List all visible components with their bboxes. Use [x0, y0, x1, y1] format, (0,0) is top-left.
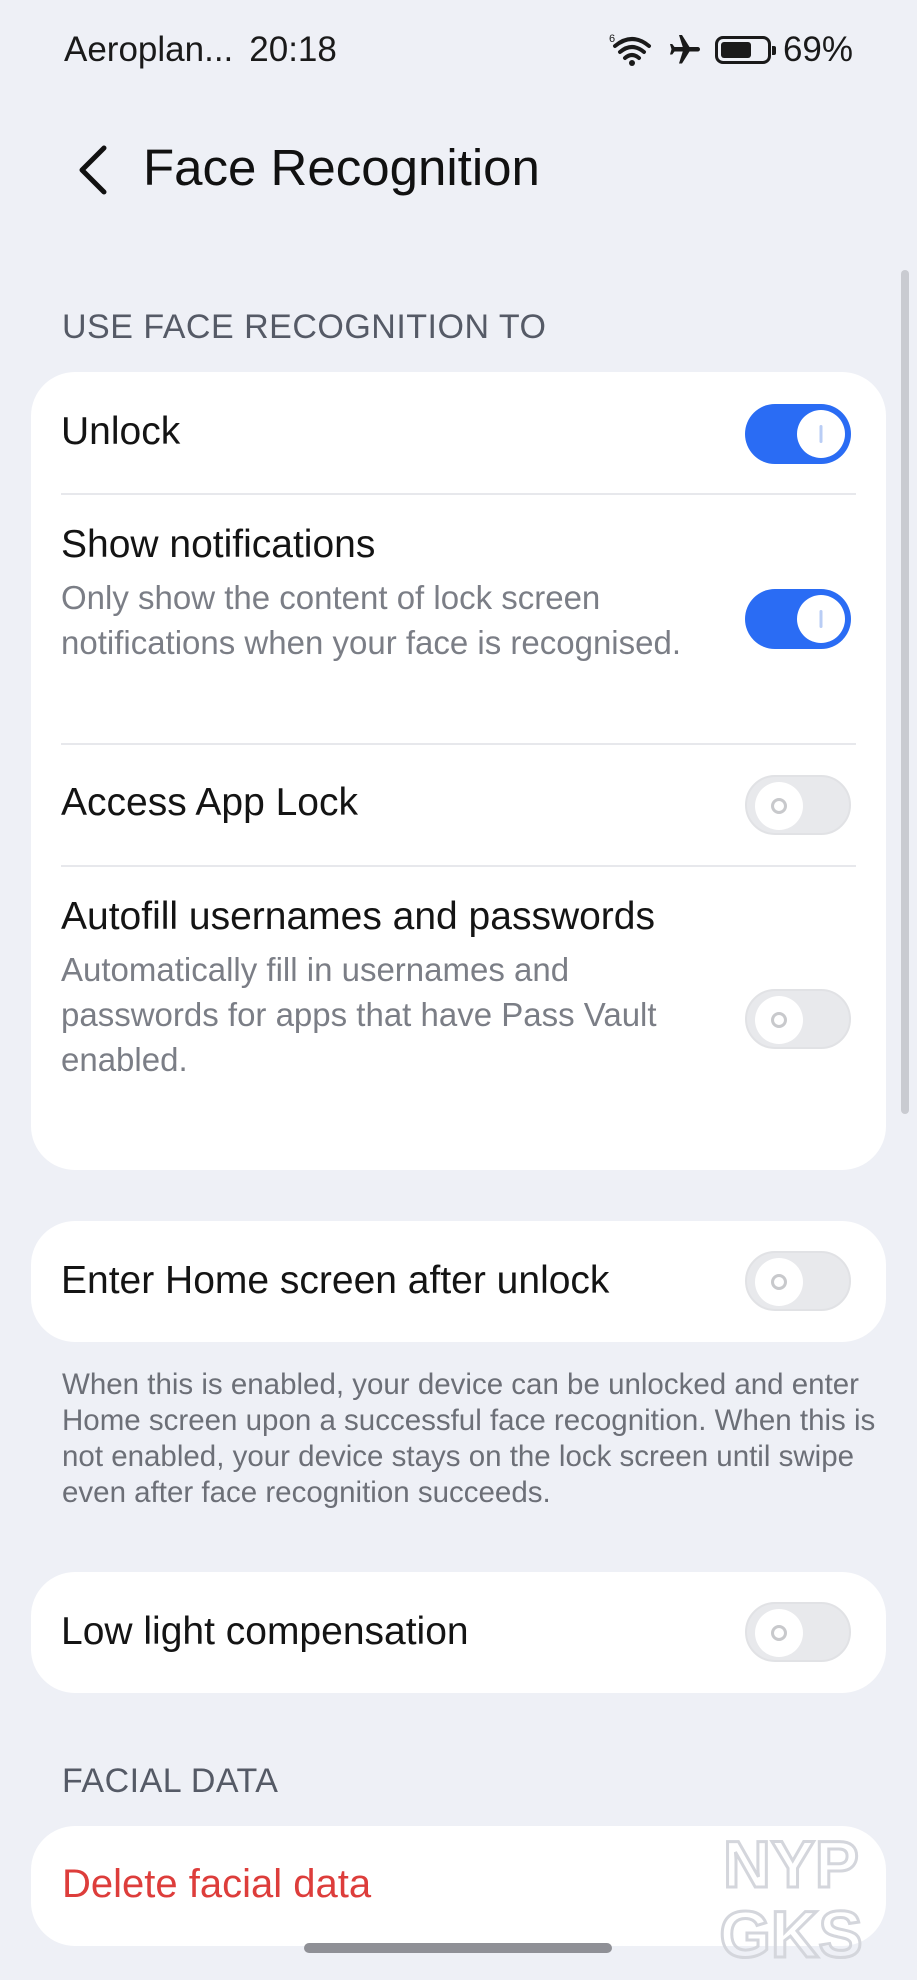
watermark-logo: NYP GKS	[718, 1826, 864, 1966]
unlock-toggle[interactable]	[745, 404, 851, 464]
airplane-icon	[669, 35, 700, 64]
watermark-line2: GKS	[719, 1897, 862, 1965]
setting-description: Only show the content of lock screen not…	[61, 579, 682, 661]
home-screen-card: Enter Home screen after unlock	[31, 1221, 886, 1342]
low-light-toggle[interactable]	[745, 1602, 851, 1662]
divider	[61, 865, 856, 867]
section-label-use-face: USE FACE RECOGNITION TO	[62, 308, 547, 346]
wifi-6-icon: 6	[609, 33, 651, 66]
chevron-left-icon[interactable]	[72, 140, 116, 200]
setting-title: Show notifications	[61, 523, 376, 566]
setting-title: Low light compensation	[61, 1610, 469, 1653]
section-label-facial-data: FACIAL DATA	[62, 1762, 279, 1800]
divider	[61, 743, 856, 745]
setting-title: Enter Home screen after unlock	[61, 1259, 610, 1302]
svg-text:6: 6	[609, 33, 615, 45]
setting-row-low-light[interactable]: Low light compensation	[61, 1606, 856, 1658]
setting-title: Autofill usernames and passwords	[61, 895, 655, 938]
enter-home-note: When this is enabled, your device can be…	[62, 1368, 876, 1509]
scrollbar[interactable]	[901, 270, 909, 1114]
watermark-line1: NYP	[723, 1827, 859, 1901]
enter-home-toggle[interactable]	[745, 1251, 851, 1311]
divider	[61, 493, 856, 495]
home-indicator[interactable]	[304, 1943, 612, 1953]
setting-row-enter-home[interactable]: Enter Home screen after unlock	[61, 1255, 856, 1307]
setting-title: Unlock	[61, 410, 181, 453]
page-title: Face Recognition	[143, 139, 540, 196]
setting-row-unlock[interactable]: Unlock	[61, 406, 856, 458]
setting-row-access-app-lock[interactable]: Access App Lock	[61, 777, 856, 829]
carrier-label: Aeroplan...	[64, 30, 234, 69]
show-notifications-toggle[interactable]	[745, 589, 851, 649]
battery-percent: 69%	[782, 30, 853, 69]
autofill-toggle[interactable]	[745, 989, 851, 1049]
low-light-card: Low light compensation	[31, 1572, 886, 1693]
battery-icon	[714, 36, 776, 64]
setting-row-show-notifications[interactable]: Show notifications Only show the content…	[61, 519, 686, 665]
setting-title: Access App Lock	[61, 781, 358, 824]
setting-description: Automatically fill in usernames and pass…	[61, 951, 657, 1078]
clock: 20:18	[249, 30, 337, 69]
access-app-lock-toggle[interactable]	[745, 775, 851, 835]
setting-row-autofill[interactable]: Autofill usernames and passwords Automat…	[61, 891, 686, 1082]
delete-facial-data-button[interactable]: Delete facial data	[62, 1862, 371, 1907]
status-bar-right: 6 69%	[609, 30, 853, 70]
use-face-card: Unlock Show notifications Only show the …	[31, 372, 886, 1170]
status-bar-left: Aeroplan... 20:18	[64, 30, 337, 70]
